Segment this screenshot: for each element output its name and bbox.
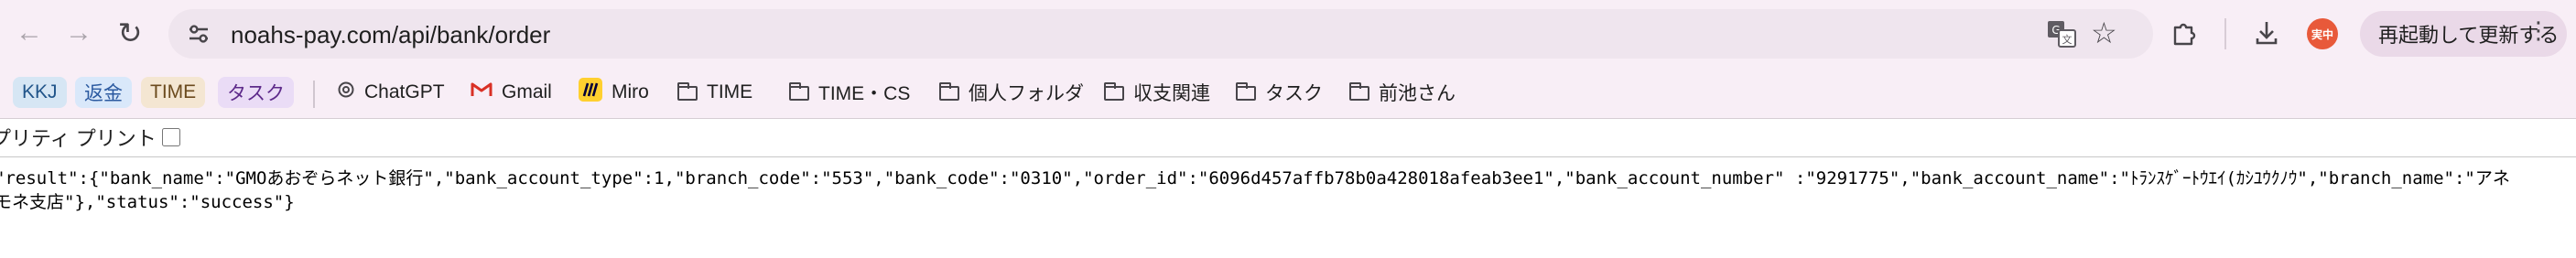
bookmark-star-icon[interactable]: ☆ [2091, 15, 2117, 51]
menu-dots-icon: ⋮ [2527, 16, 2550, 44]
folder-icon [789, 82, 809, 101]
translate-icon[interactable]: G 文 [2047, 20, 2076, 48]
folder-icon [1349, 82, 1369, 101]
pretty-print-label: プリティ プリント [0, 127, 157, 150]
site-info-icon[interactable] [183, 18, 214, 49]
svg-text:文: 文 [2062, 33, 2073, 46]
miro-icon [579, 78, 602, 107]
content-divider [0, 156, 2576, 157]
gmail-icon [471, 81, 492, 103]
bookmark-chatgpt[interactable]: ChatGPT [337, 75, 445, 110]
folder-icon [1236, 82, 1256, 101]
chatgpt-icon [337, 81, 355, 104]
back-arrow-icon[interactable]: ← [13, 16, 46, 49]
address-bar[interactable]: noahs-pay.com/api/bank/order G 文 ☆ [168, 9, 2153, 59]
bookmark-task-chip[interactable]: タスク [218, 77, 294, 108]
restart-update-button[interactable]: 再起動して更新する ⋮ [2360, 11, 2567, 57]
pretty-print-checkbox[interactable] [161, 128, 180, 146]
bookmarks-separator [313, 81, 315, 108]
bookmark-folder-finance[interactable]: 収支関連 [1104, 75, 1210, 110]
pretty-print-row: プリティ プリント [0, 123, 180, 152]
bookmark-folder-time-cs[interactable]: TIME・CS [789, 75, 910, 110]
bookmark-folder-personal[interactable]: 個人フォルダ [939, 75, 1084, 110]
bookmark-miro[interactable]: Miro [579, 75, 649, 110]
bookmark-henkin[interactable]: 返金 [75, 77, 132, 108]
folder-icon [939, 82, 959, 101]
folder-icon [1104, 82, 1124, 101]
toolbar-divider [2224, 18, 2226, 49]
bookmark-folder-maeike[interactable]: 前池さん [1349, 75, 1456, 110]
bookmark-folder-time[interactable]: TIME [677, 75, 752, 110]
bookmark-kkj[interactable]: KKJ [13, 77, 67, 108]
bookmark-folder-task[interactable]: タスク [1236, 75, 1323, 110]
folder-icon [677, 82, 698, 101]
download-icon[interactable] [2250, 16, 2283, 49]
profile-avatar[interactable]: 実中 [2307, 18, 2338, 49]
extensions-icon[interactable] [2168, 16, 2201, 49]
bookmark-time-chip[interactable]: TIME [141, 77, 206, 108]
json-response-body: "result":{"bank_name":"GMOあおぞらネット銀行","ba… [0, 168, 2510, 212]
forward-arrow-icon[interactable]: → [62, 16, 95, 49]
reload-icon[interactable]: ↻ [114, 16, 146, 49]
browser-toolbar: ← → ↻ noahs-pay.com/api/bank/order G 文 ☆ [0, 0, 2576, 68]
bookmarks-bar: KKJ 返金 TIME タスク ChatGPT Gmail Miro TIME … [0, 68, 2576, 119]
bookmark-gmail[interactable]: Gmail [471, 75, 552, 110]
url-text[interactable]: noahs-pay.com/api/bank/order [231, 21, 550, 49]
